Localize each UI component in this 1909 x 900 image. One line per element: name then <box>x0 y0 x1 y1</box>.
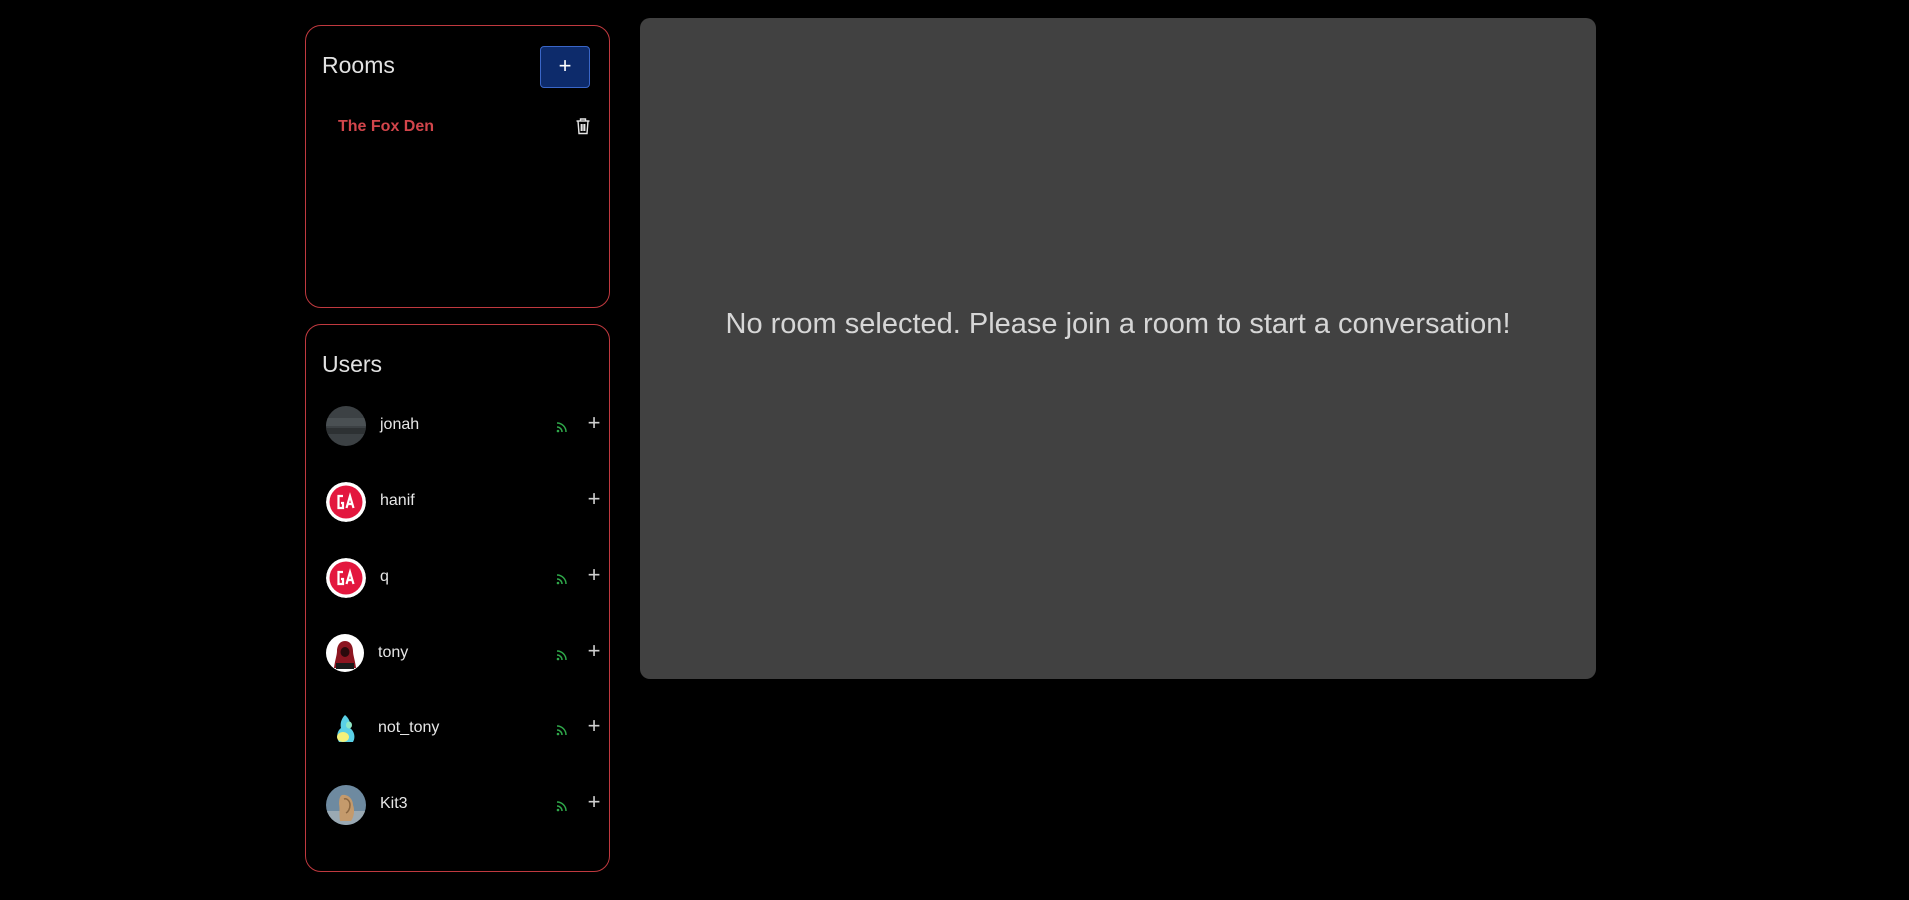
avatar <box>326 785 366 825</box>
avatar <box>326 709 364 747</box>
add-user-button[interactable]: + <box>586 640 602 662</box>
room-name[interactable]: The Fox Den <box>338 118 434 136</box>
user-name: q <box>380 568 389 585</box>
avatar <box>326 558 366 598</box>
user-name: not_tony <box>378 719 440 736</box>
online-status-icon <box>555 420 571 434</box>
online-status-icon <box>555 648 571 662</box>
user-item[interactable]: jonah + <box>322 404 604 448</box>
user-item[interactable]: hanif + <box>322 480 604 524</box>
rooms-panel: Rooms + The Fox Den <box>305 25 610 308</box>
room-item[interactable]: The Fox Den <box>322 114 592 140</box>
add-room-button[interactable]: + <box>540 46 590 88</box>
online-status-icon <box>555 572 571 586</box>
add-user-button[interactable]: + <box>586 412 602 434</box>
online-status-icon <box>555 723 571 737</box>
add-user-button[interactable]: + <box>586 488 602 510</box>
users-panel: Users jonah + hanif + q + tony + not_ton… <box>305 324 610 872</box>
chat-area: No room selected. Please join a room to … <box>640 18 1596 679</box>
avatar <box>326 634 364 672</box>
user-name: jonah <box>380 416 420 433</box>
users-title: Users <box>322 351 383 377</box>
online-status-icon <box>555 799 571 813</box>
user-item[interactable]: q + <box>322 556 604 600</box>
user-item[interactable]: tony + <box>322 632 604 676</box>
add-user-button[interactable]: + <box>586 791 602 813</box>
empty-chat-message: No room selected. Please join a room to … <box>725 308 1511 340</box>
user-name: Kit3 <box>380 795 408 812</box>
add-user-button[interactable]: + <box>586 715 602 737</box>
user-name: hanif <box>380 492 415 509</box>
user-item[interactable]: not_tony + <box>322 707 604 751</box>
user-item[interactable]: Kit3 + <box>322 783 604 827</box>
trash-icon[interactable] <box>575 117 591 135</box>
rooms-title: Rooms <box>322 52 395 78</box>
add-user-button[interactable]: + <box>586 564 602 586</box>
user-name: tony <box>378 644 409 661</box>
avatar <box>326 482 366 522</box>
avatar <box>326 406 366 446</box>
